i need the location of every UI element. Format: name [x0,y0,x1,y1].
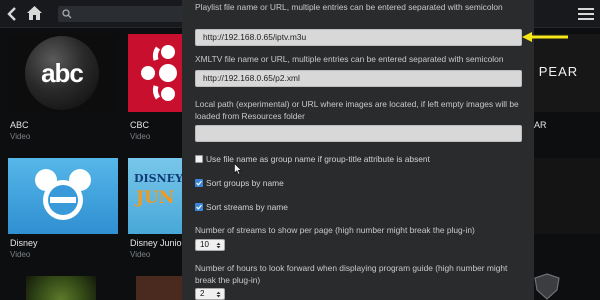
playlist-url-input[interactable]: http://192.168.0.65/iptv.m3u [195,29,522,46]
channel-type: Video [130,132,151,141]
search-icon [62,9,72,19]
streams-per-page-value: 10 [200,240,209,249]
channel-name: CBC [130,120,150,130]
disney-junior-logo-text: JUN [136,188,175,208]
back-icon[interactable] [4,6,20,22]
channel-tile-abc[interactable]: abc [8,34,118,112]
cbc-gem-logo [141,45,177,101]
playlist-label: Playlist file name or URL, multiple entr… [195,2,503,12]
sort-groups-checkbox[interactable] [195,179,203,187]
sort-streams-checkbox-label: Sort streams by name [206,202,288,212]
disney-channel-logo [35,169,91,220]
settings-dialog: Playlist file name or URL, multiple entr… [182,0,534,300]
hours-forward-value: 2 [200,289,205,298]
checkmark-icon [196,204,202,210]
channel-name: ABC [10,120,29,130]
channel-name: AR [534,120,547,130]
cursor-icon [234,163,242,175]
hours-forward-label: Number of hours to look forward when dis… [195,263,508,285]
menu-icon[interactable] [578,7,594,21]
channel-type: Video [10,132,31,141]
local-path-label: Local path (experimental) or URL where i… [195,99,519,121]
channel-tile-disney[interactable] [8,158,118,234]
streams-per-page-label: Number of streams to show per page (high… [195,225,475,235]
channel-name: Disney [10,238,38,248]
home-icon[interactable] [26,5,43,21]
xmltv-label: XMLTV file name or URL, multiple entries… [195,54,504,64]
channel-type: Video [10,250,31,259]
hours-forward-select[interactable]: 2 [195,288,225,300]
checkmark-icon [196,180,202,186]
channel-tile[interactable] [136,276,188,300]
annotation-arrow-icon [522,32,568,42]
select-arrows-icon [216,242,221,249]
channel-tile-disney-junior[interactable]: DISNEY JUN [128,158,188,234]
local-path-input[interactable] [195,125,522,142]
channel-type: Video [130,250,151,259]
channel-name: Disney Junior [130,238,185,248]
sort-groups-checkbox-label: Sort groups by name [206,178,284,188]
sort-streams-checkbox[interactable] [195,203,203,211]
search-input[interactable] [58,6,190,22]
select-arrows-icon [216,291,221,298]
group-name-checkbox[interactable] [195,155,203,163]
xmltv-url-input[interactable]: http://192.168.0.65/p2.xml [195,70,522,87]
abc-logo: abc [25,36,99,110]
shield-icon [534,273,560,300]
streams-per-page-select[interactable]: 10 [195,239,225,251]
disney-junior-logo-text: DISNEY [134,172,183,185]
channel-tile-cbc[interactable] [128,34,188,112]
channel-tile[interactable] [26,276,96,300]
